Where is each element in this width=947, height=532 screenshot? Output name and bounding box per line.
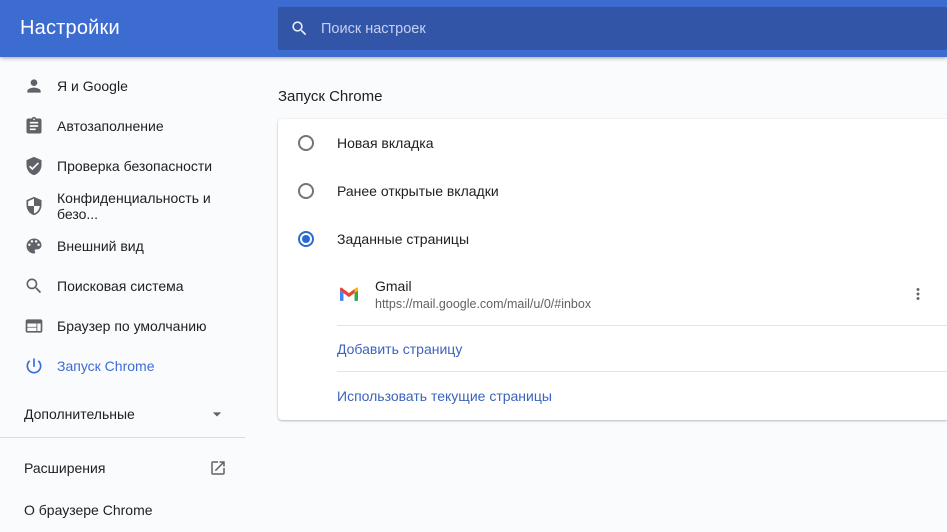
sidebar-item-about-chrome[interactable]: О браузере Chrome	[0, 489, 245, 531]
autofill-clipboard-icon	[24, 116, 44, 136]
about-label: О браузере Chrome	[24, 502, 153, 518]
chrome-settings-page: Настройки Я и Google Автозаполнение Пров…	[0, 0, 947, 532]
sidebar-item-label: Автозаполнение	[57, 118, 164, 134]
search-input[interactable]	[321, 21, 781, 37]
radio-new-tab[interactable]	[298, 135, 314, 151]
option-new-tab[interactable]: Новая вкладка	[278, 119, 947, 167]
chevron-down-icon	[207, 404, 227, 424]
power-icon	[24, 356, 44, 376]
search-icon	[290, 19, 309, 38]
sidebar-item-label: Запуск Chrome	[57, 358, 154, 374]
startup-page-url: https://mail.google.com/mail/u/0/#inbox	[375, 297, 591, 311]
search-icon	[24, 276, 44, 296]
sidebar-item-privacy[interactable]: Конфиденциальность и безо...	[0, 186, 245, 226]
shield-check-icon	[24, 156, 44, 176]
sidebar-item-search-engine[interactable]: Поисковая система	[0, 266, 245, 306]
person-icon	[24, 76, 44, 96]
page-title: Настройки	[20, 17, 120, 40]
sidebar-item-label: Поисковая система	[57, 278, 184, 294]
sidebar-item-autofill[interactable]: Автозаполнение	[0, 106, 245, 146]
sidebar-item-me-and-google[interactable]: Я и Google	[0, 66, 245, 106]
option-label: Новая вкладка	[337, 135, 434, 151]
sidebar-item-extensions[interactable]: Расширения	[0, 447, 245, 489]
header: Настройки	[0, 0, 947, 57]
sidebar-item-label: Браузер по умолчанию	[57, 318, 207, 334]
sidebar: Я и Google Автозаполнение Проверка безоп…	[0, 57, 245, 532]
main-content: Запуск Chrome Новая вкладка Ранее открыт…	[245, 57, 947, 532]
option-continue-where-left-off[interactable]: Ранее открытые вкладки	[278, 167, 947, 215]
search-field[interactable]	[278, 7, 947, 50]
sidebar-item-safety-check[interactable]: Проверка безопасности	[0, 146, 245, 186]
sidebar-item-label: Внешний вид	[57, 238, 144, 254]
shield-icon	[24, 196, 44, 216]
gmail-icon	[340, 287, 358, 301]
page-more-actions-button[interactable]	[900, 276, 936, 312]
startup-page-name: Gmail	[375, 278, 591, 294]
sidebar-divider	[0, 437, 245, 438]
startup-page-info: Gmail https://mail.google.com/mail/u/0/#…	[375, 278, 591, 311]
more-vert-icon	[909, 285, 927, 303]
option-label: Ранее открытые вкладки	[337, 183, 499, 199]
option-label: Заданные страницы	[337, 231, 469, 247]
use-current-pages-button[interactable]: Использовать текущие страницы	[278, 372, 947, 420]
sidebar-item-label: Проверка безопасности	[57, 158, 212, 174]
sidebar-advanced-toggle[interactable]: Дополнительные	[0, 391, 245, 437]
startup-page-row: Gmail https://mail.google.com/mail/u/0/#…	[278, 263, 947, 325]
radio-specific-pages[interactable]	[298, 231, 314, 247]
on-startup-card: Новая вкладка Ранее открытые вкладки Зад…	[278, 119, 947, 420]
add-page-button[interactable]: Добавить страницу	[278, 326, 947, 371]
browser-window-icon	[24, 316, 44, 336]
palette-icon	[24, 236, 44, 256]
sidebar-item-label: Я и Google	[57, 78, 128, 94]
advanced-label: Дополнительные	[24, 406, 135, 422]
sidebar-item-default-browser[interactable]: Браузер по умолчанию	[0, 306, 245, 346]
sidebar-item-label: Конфиденциальность и безо...	[57, 190, 245, 222]
sidebar-item-on-startup[interactable]: Запуск Chrome	[0, 346, 245, 386]
option-open-specific-pages[interactable]: Заданные страницы	[278, 215, 947, 263]
open-in-new-icon	[209, 459, 227, 477]
section-title: Запуск Chrome	[278, 88, 947, 105]
extensions-label: Расширения	[24, 460, 105, 476]
sidebar-item-appearance[interactable]: Внешний вид	[0, 226, 245, 266]
radio-continue[interactable]	[298, 183, 314, 199]
